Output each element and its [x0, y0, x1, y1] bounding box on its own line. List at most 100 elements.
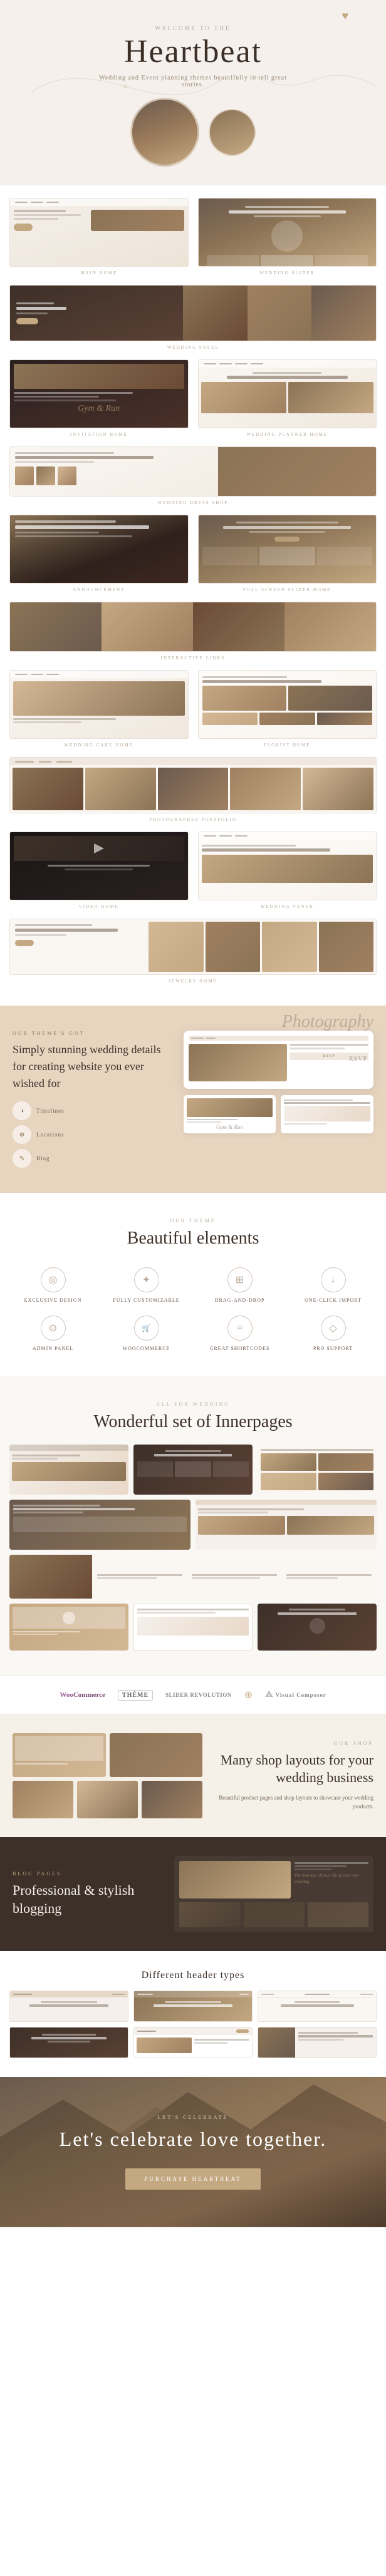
screen-interactive-links: INTERACTIVE LINKS — [9, 602, 377, 661]
screen-label-interactive-links: INTERACTIVE LINKS — [9, 656, 377, 661]
screen-photographer: PHOTOGRAPHER PORTFOLIO — [9, 757, 377, 822]
innerpage-3 — [258, 1445, 377, 1495]
cta-section: LET'S CELEBRATE Let's celebrate love tog… — [0, 2077, 386, 2227]
screen-wedding-planner: WEDDING PLANNER HOME — [198, 359, 377, 437]
screens-section-1: MAIN HOME WEDDING SLIDER — [0, 185, 386, 1006]
headers-title: Different header types — [9, 1970, 377, 1981]
woocommerce-icon: 🛒 — [134, 1316, 159, 1341]
theme-got-title: Simply stunning wedding details for crea… — [13, 1041, 171, 1092]
partner-security: ⊛ — [244, 1689, 253, 1701]
innerpage-2 — [133, 1445, 253, 1495]
customizable-icon: ✦ — [134, 1267, 159, 1292]
screen-label-florist-home: FLORIST HOME — [198, 743, 377, 748]
blog-section: BLOG PAGES Professional & stylish bloggi… — [0, 1837, 386, 1951]
feature-label-oneclick: One-click import — [293, 1297, 373, 1303]
welcome-text: WELCOME TO THE — [13, 25, 373, 31]
shop-section: OUR SHOP Many shop layouts for your wedd… — [0, 1714, 386, 1837]
cta-title: Let's celebrate love together. — [13, 2126, 373, 2153]
headers-section: Different header types — [0, 1951, 386, 2077]
innerpage-5 — [196, 1500, 377, 1550]
innerpages-pretitle: ALL FOR WEDDING — [9, 1401, 377, 1407]
theme-got-section: Photography RSVP OUR THEME'S GOT Simply … — [0, 1006, 386, 1193]
one-click-icon: ↓ — [321, 1267, 346, 1292]
shop-images — [13, 1733, 202, 1818]
innerpage-6 — [9, 1604, 128, 1651]
feature-woocommerce: 🛒 WooCommerce — [106, 1316, 187, 1351]
shortcodes-icon: ≡ — [227, 1316, 253, 1341]
innerpage-wide — [9, 1555, 377, 1599]
feature-label-customizable: Fully customizable — [106, 1297, 187, 1303]
partner-woocommerce: WooCommerce — [60, 1691, 105, 1699]
screen-label-main-home: MAIN HOME — [9, 270, 189, 276]
tag-blog: Blog — [36, 1155, 50, 1162]
screen-label-photographer: PHOTOGRAPHER PORTFOLIO — [9, 817, 377, 822]
partner-7min: THÈME — [118, 1690, 153, 1701]
hero-subtitle: Wedding and Event planning themes beauti… — [99, 75, 287, 88]
feature-customizable: ✦ Fully customizable — [106, 1267, 187, 1303]
header-type-2 — [133, 1991, 253, 2022]
shop-pretitle: OUR SHOP — [215, 1741, 373, 1746]
screen-wedding-dress: WEDDING DRESS SHOP — [9, 446, 377, 505]
innerpages-section: ALL FOR WEDDING Wonderful set of Innerpa… — [0, 1376, 386, 1676]
header-type-3 — [258, 1991, 377, 2022]
blog-title: Professional & stylish blogging — [13, 1882, 162, 1917]
shop-body: Beautiful product pages and shop layouts… — [215, 1793, 373, 1811]
shop-title: Many shop layouts for your wedding busin… — [215, 1751, 373, 1787]
screen-wedding-cake: WEDDING CAKE HOME — [9, 670, 189, 748]
screen-label-announcement: ANNOUNCEMENT — [9, 587, 189, 592]
innerpage-1 — [9, 1445, 128, 1495]
hero-image-rings — [209, 109, 256, 156]
feature-admin-panel: ⊙ Admin panel — [13, 1316, 93, 1351]
partners-section: WooCommerce THÈME SLIDER REVOLUTION ⊛ ⟁ … — [0, 1676, 386, 1714]
hero-image-couple — [130, 98, 199, 167]
feature-label-shortcodes: Great shortcodes — [199, 1346, 280, 1351]
screen-label-jewelry-home: JEWELRY HOME — [9, 979, 377, 984]
screen-label-invitation-home: INVITATION HOME — [9, 432, 189, 437]
feature-label-admin: Admin panel — [13, 1346, 93, 1351]
tag-locations: Locations — [36, 1131, 65, 1138]
innerpage-4 — [9, 1500, 190, 1550]
feature-one-click: ↓ One-click import — [293, 1267, 373, 1303]
pro-support-icon: ◇ — [321, 1316, 346, 1341]
shop-text: OUR SHOP Many shop layouts for your wedd… — [215, 1741, 373, 1811]
elements-title: Beautiful elements — [13, 1229, 373, 1249]
feature-drag-drop: ⊞ Drag-and-drop — [199, 1267, 280, 1303]
feature-pro-support: ◇ Pro support — [293, 1316, 373, 1351]
features-grid: ◎ Exclusive design ✦ Fully customizable … — [13, 1267, 373, 1351]
innerpages-title: Wonderful set of Innerpages — [9, 1412, 377, 1432]
header-type-6 — [258, 2027, 377, 2058]
headers-grid — [9, 1991, 377, 2058]
hero-title: Heartbeat — [13, 34, 373, 70]
blog-images: The best day of your life at your own we… — [174, 1856, 373, 1932]
screen-label-video-home: VIDEO HOME — [9, 904, 189, 909]
feature-shortcodes: ≡ Great shortcodes — [199, 1316, 280, 1351]
header-type-5 — [133, 2027, 253, 2058]
admin-panel-icon: ⊙ — [41, 1316, 66, 1341]
feature-label-support: Pro support — [293, 1346, 373, 1351]
purchase-button[interactable]: PURCHASE HEARTBEAT — [125, 2168, 260, 2190]
screen-label-wedding-planner: WEDDING PLANNER HOME — [198, 432, 377, 437]
partner-slider-revolution: SLIDER REVOLUTION — [165, 1692, 232, 1698]
feature-label-woo: WooCommerce — [106, 1346, 187, 1351]
exclusive-design-icon: ◎ — [41, 1267, 66, 1292]
partner-visual-composer: ⟁ Visual Composer — [265, 1690, 326, 1700]
blog-pretitle: BLOG PAGES — [13, 1871, 162, 1877]
hero-section: WELCOME TO THE Heartbeat Wedding and Eve… — [0, 0, 386, 185]
innerpage-7 — [133, 1604, 253, 1651]
screen-label-wedding-dress: WEDDING DRESS SHOP — [9, 500, 377, 505]
screen-label-wedding-cake: WEDDING CAKE HOME — [9, 743, 189, 748]
beautiful-elements-section: OUR THEME Beautiful elements ◎ Exclusive… — [0, 1193, 386, 1376]
screen-label-wedding-venue: WEDDING VENUE — [198, 904, 377, 909]
screen-invitation-home: Gym & Run INVITATION HOME — [9, 359, 189, 437]
screen-announcement: ANNOUNCEMENT — [9, 515, 189, 592]
feature-label-exclusive: Exclusive design — [13, 1297, 93, 1303]
screen-wedding-slider: WEDDING SLIDER — [198, 198, 377, 276]
screen-full-screen-slider: FULL SCREEN SLIDER HOME — [198, 515, 377, 592]
screen-label-full-screen-slider: FULL SCREEN SLIDER HOME — [198, 587, 377, 592]
elements-pretitle: OUR THEME — [13, 1218, 373, 1224]
screen-jewelry-home: JEWELRY HOME — [9, 919, 377, 984]
screen-label-wedding-slider: WEDDING SLIDER — [198, 270, 377, 276]
theme-got-pretitle: OUR THEME'S GOT — [13, 1031, 171, 1036]
screen-label-wedding-sales: WEDDING SALES — [9, 345, 377, 350]
screen-video-home: VIDEO HOME — [9, 832, 189, 909]
